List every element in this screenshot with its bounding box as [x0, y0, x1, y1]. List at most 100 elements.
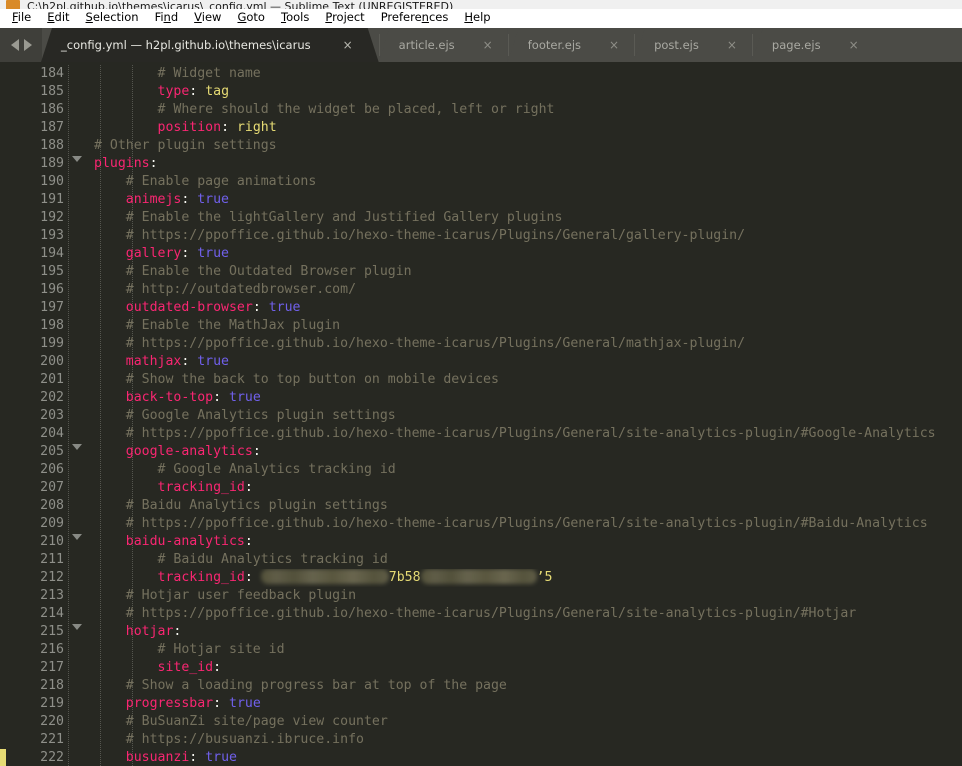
- code-editor[interactable]: 184 # Widget name 185 type: tag 186 # Wher…: [0, 62, 962, 766]
- code-line[interactable]: 199 # https://ppoffice.github.io/hexo-th…: [0, 335, 962, 353]
- code-line[interactable]: 210 baidu-analytics:: [0, 533, 962, 551]
- tab-config-yml[interactable]: _config.yml — h2pl.github.io\themes\icar…: [41, 28, 379, 62]
- code-line[interactable]: 196 # http://outdatedbrowser.com/: [0, 281, 962, 299]
- code-line[interactable]: 214 # https://ppoffice.github.io/hexo-th…: [0, 605, 962, 623]
- code-text: # Other plugin settings: [68, 137, 962, 155]
- tab-article-ejs[interactable]: article.ejs ×: [378, 28, 508, 62]
- line-number: 218: [40, 678, 64, 693]
- token-key: busuanzi: [125, 750, 190, 765]
- code-line[interactable]: 188 # Other plugin settings: [0, 137, 962, 155]
- code-line[interactable]: 192 # Enable the lightGallery and Justif…: [0, 209, 962, 227]
- code-line[interactable]: 190 # Enable page animations: [0, 173, 962, 191]
- code-line[interactable]: 208 # Baidu Analytics plugin settings: [0, 497, 962, 515]
- menu-item-help[interactable]: Help: [456, 9, 498, 27]
- code-line[interactable]: 184 # Widget name: [0, 65, 962, 83]
- code-line[interactable]: 211 # Baidu Analytics tracking id: [0, 551, 962, 569]
- code-text: # Hotjar site id: [68, 641, 962, 659]
- close-icon[interactable]: ×: [481, 39, 495, 51]
- code-line[interactable]: 202 back-to-top: true: [0, 389, 962, 407]
- close-icon[interactable]: ×: [725, 39, 739, 51]
- code-text: # Google Analytics plugin settings: [68, 407, 962, 425]
- code-line[interactable]: 193 # https://ppoffice.github.io/hexo-th…: [0, 227, 962, 245]
- line-number: 202: [40, 390, 64, 405]
- tab-footer-ejs[interactable]: footer.ejs ×: [507, 28, 635, 62]
- code-line[interactable]: 185 type: tag: [0, 83, 962, 101]
- menu-item-view[interactable]: View: [186, 9, 229, 27]
- code-text: # Baidu Analytics tracking id: [68, 551, 962, 569]
- menu-item-find[interactable]: Find: [147, 9, 187, 27]
- code-line[interactable]: 220 # BuSuanZi site/page view counter: [0, 713, 962, 731]
- code-line[interactable]: 198 # Enable the MathJax plugin: [0, 317, 962, 335]
- token-comment: # Widget name: [94, 66, 261, 81]
- code-lines: 184 # Widget name 185 type: tag 186 # Wher…: [0, 65, 962, 766]
- line-number: 196: [40, 282, 64, 297]
- menu-item-preferences[interactable]: Preferences: [373, 9, 457, 27]
- code-line[interactable]: 204 # https://ppoffice.github.io/hexo-th…: [0, 425, 962, 443]
- next-tab-arrow-icon[interactable]: [23, 39, 32, 51]
- code-text: animejs: true: [68, 191, 962, 209]
- token-key: type: [157, 84, 190, 99]
- code-line[interactable]: 197 outdated-browser: true: [0, 299, 962, 317]
- code-line[interactable]: 200 mathjax: true: [0, 353, 962, 371]
- menu-item-tools[interactable]: Tools: [273, 9, 317, 27]
- code-line[interactable]: 209 # https://ppoffice.github.io/hexo-th…: [0, 515, 962, 533]
- previous-tab-arrow-icon[interactable]: [10, 39, 19, 51]
- code-line[interactable]: 194 gallery: true: [0, 245, 962, 263]
- code-line[interactable]: 217 site_id:: [0, 659, 962, 677]
- code-line[interactable]: 201 # Show the back to top button on mob…: [0, 371, 962, 389]
- code-line[interactable]: 218 # Show a loading progress bar at top…: [0, 677, 962, 695]
- code-line[interactable]: 219 progressbar: true: [0, 695, 962, 713]
- menu-item-goto[interactable]: Goto: [229, 9, 273, 27]
- token-comment: # Google Analytics plugin settings: [94, 408, 396, 423]
- code-line[interactable]: 189 plugins:: [0, 155, 962, 173]
- code-line[interactable]: 213 # Hotjar user feedback plugin: [0, 587, 962, 605]
- code-line[interactable]: 206 # Google Analytics tracking id: [0, 461, 962, 479]
- token-comment: # https://ppoffice.github.io/hexo-theme-…: [94, 516, 928, 531]
- code-text: # https://busuanzi.ibruce.info: [68, 731, 962, 749]
- token-comment: # https://busuanzi.ibruce.info: [94, 732, 364, 747]
- tab-separator: [507, 34, 509, 56]
- code-line[interactable]: 207 tracking_id:: [0, 479, 962, 497]
- line-number: 208: [40, 498, 64, 513]
- code-line[interactable]: 216 # Hotjar site id: [0, 641, 962, 659]
- tab-post-ejs[interactable]: post.ejs ×: [634, 28, 752, 62]
- token-punct: :: [244, 534, 253, 549]
- close-icon[interactable]: ×: [341, 39, 355, 51]
- code-line[interactable]: 205 google-analytics:: [0, 443, 962, 461]
- line-number: 204: [40, 426, 64, 441]
- token-comment: # https://ppoffice.github.io/hexo-theme-…: [94, 336, 746, 351]
- token-comment: # https://ppoffice.github.io/hexo-theme-…: [94, 426, 936, 441]
- code-line[interactable]: 221 # https://busuanzi.ibruce.info: [0, 731, 962, 749]
- token-key: gallery: [125, 246, 182, 261]
- menu-item-project[interactable]: Project: [317, 9, 372, 27]
- code-line[interactable]: 186 # Where should the widget be placed,…: [0, 101, 962, 119]
- code-text: # https://ppoffice.github.io/hexo-theme-…: [68, 515, 962, 533]
- menu-item-selection[interactable]: Selection: [78, 9, 147, 27]
- code-line[interactable]: 215 hotjar:: [0, 623, 962, 641]
- close-icon[interactable]: ×: [607, 39, 621, 51]
- line-number: 214: [40, 606, 64, 621]
- token-comment: # Other plugin settings: [94, 138, 277, 153]
- line-number: 216: [40, 642, 64, 657]
- code-line[interactable]: 195 # Enable the Outdated Browser plugin: [0, 263, 962, 281]
- code-line[interactable]: 222 busuanzi: true: [0, 749, 962, 766]
- close-icon[interactable]: ×: [847, 39, 861, 51]
- menu-item-edit[interactable]: Edit: [39, 9, 77, 27]
- menu-item-file[interactable]: File: [4, 9, 39, 27]
- code-text: mathjax: true: [68, 353, 962, 371]
- tab-page-ejs[interactable]: page.ejs ×: [751, 28, 874, 62]
- token-punct: :: [189, 84, 206, 99]
- tab-bar: _config.yml — h2pl.github.io\themes\icar…: [0, 28, 962, 62]
- code-text: tracking_id:: [68, 479, 962, 497]
- code-line[interactable]: 203 # Google Analytics plugin settings: [0, 407, 962, 425]
- line-number: 191: [40, 192, 64, 207]
- token-str: right: [236, 120, 277, 135]
- code-line[interactable]: 212 tracking_id: 7b58 ’5: [0, 569, 962, 587]
- code-line[interactable]: 191 animejs: true: [0, 191, 962, 209]
- token-bool: true: [197, 354, 229, 369]
- token-punct: :: [252, 300, 269, 315]
- code-line[interactable]: 187 position: right: [0, 119, 962, 137]
